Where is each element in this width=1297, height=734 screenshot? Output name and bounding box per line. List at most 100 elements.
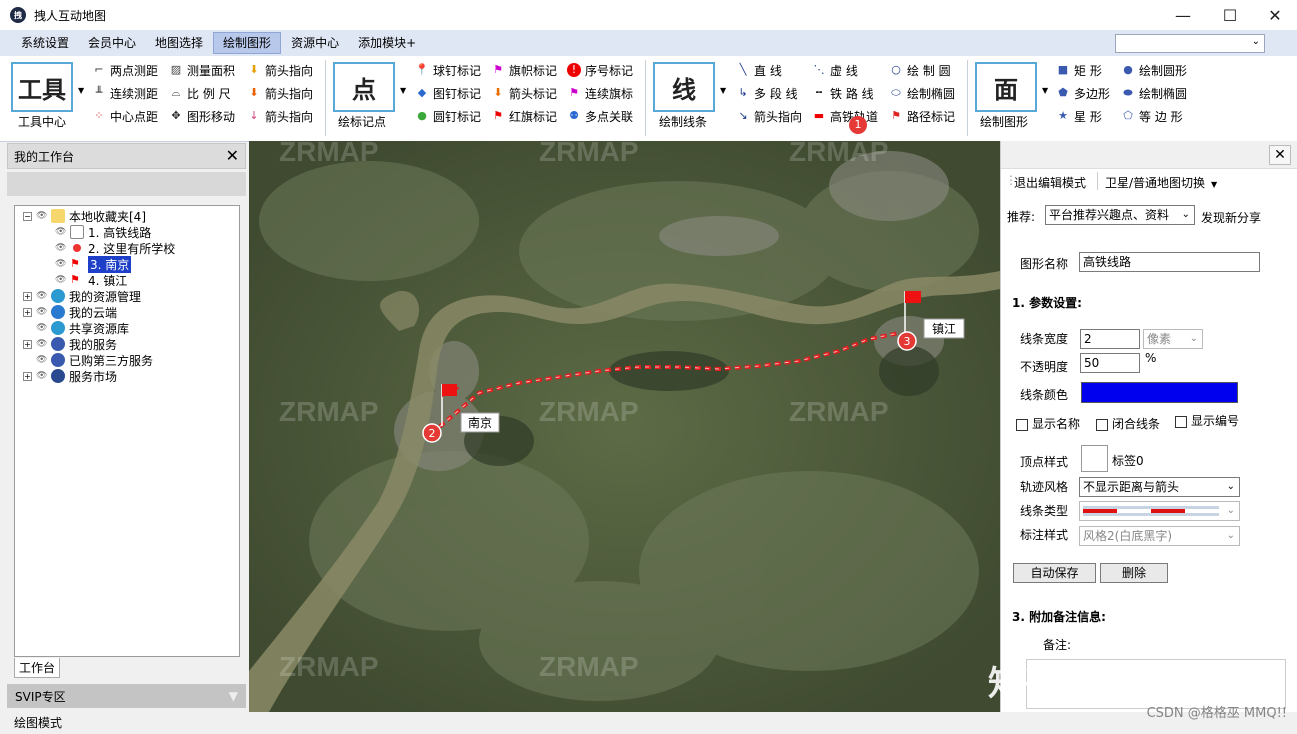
eye-icon[interactable]: 👁 bbox=[36, 307, 48, 317]
delete-button[interactable]: 删除 bbox=[1100, 563, 1168, 583]
line-width-input[interactable]: 2 bbox=[1080, 329, 1140, 349]
polygon-button[interactable]: ⬟ 多边形 bbox=[1056, 83, 1110, 103]
tools-dropdown-icon[interactable]: ▼ bbox=[78, 86, 84, 95]
annotation-style-select[interactable]: 风格2(白底黑字) ⌄ bbox=[1079, 526, 1240, 546]
arrow-pointer-button-1[interactable]: ⬇ 箭头指向 bbox=[247, 60, 313, 80]
red-flag-marker-button[interactable]: ⚑ 红旗标记 bbox=[491, 106, 557, 126]
recommend-select[interactable]: 平台推荐兴趣点、资料 ⌄ bbox=[1045, 205, 1195, 225]
discover-shares-link[interactable]: 发现新分享 bbox=[1201, 209, 1261, 226]
line-type-select[interactable]: ⌄ bbox=[1079, 501, 1240, 521]
expand-icon[interactable]: + bbox=[23, 371, 32, 381]
tree-item-nanjing[interactable]: 👁 ⚑ 3. 南京 bbox=[55, 255, 132, 273]
tree-item-hsr-line[interactable]: 👁 1. 高铁线路 bbox=[55, 224, 151, 240]
minimize-button[interactable]: — bbox=[1160, 0, 1206, 30]
tab-workbench[interactable]: 工作台 bbox=[14, 658, 60, 678]
menu-combo-select[interactable]: ⌄ bbox=[1115, 34, 1265, 53]
satellite-map-toggle-button[interactable]: 卫星/普通地图切换 ▼ bbox=[1105, 174, 1217, 191]
draw-point-button[interactable]: 点 bbox=[333, 62, 395, 112]
thumbtack-marker-button[interactable]: ◆ 图钉标记 bbox=[415, 83, 481, 103]
menu-system-settings[interactable]: 系统设置 bbox=[12, 32, 78, 54]
continuous-flag-button[interactable]: ⚑ 连续旗标 bbox=[567, 83, 633, 103]
expand-icon[interactable]: + bbox=[23, 307, 32, 317]
draw-circle-button[interactable]: ○ 绘 制 圆 bbox=[889, 60, 950, 80]
sequence-marker-button[interactable]: ! 序号标记 bbox=[567, 60, 633, 80]
draw-ellipse-button[interactable]: ⬭ 绘制椭圆 bbox=[889, 83, 955, 103]
dashed-line-button[interactable]: ⋱ 虚 线 bbox=[812, 60, 858, 80]
tree-purchased-services[interactable]: +👁已购第三方服务 bbox=[23, 352, 153, 368]
eye-icon[interactable]: 👁 bbox=[36, 323, 48, 333]
draw-area-button[interactable]: 面 bbox=[975, 62, 1037, 112]
high-speed-rail-button[interactable]: ▬高铁轨道 bbox=[812, 106, 878, 126]
tree-item-zhenjiang[interactable]: 👁 ⚑ 4. 镇江 bbox=[55, 272, 127, 288]
equilateral-polygon-button[interactable]: ⬠ 等 边 形 bbox=[1121, 106, 1182, 126]
arrow-marker-button[interactable]: ⬇ 箭头标记 bbox=[491, 83, 557, 103]
exit-edit-mode-button[interactable]: 退出编辑模式 bbox=[1014, 174, 1086, 191]
eye-icon[interactable]: 👁 bbox=[55, 275, 67, 285]
tree-root-local-favorites[interactable]: − 👁 本地收藏夹[4] bbox=[23, 208, 146, 224]
round-pin-marker-button[interactable]: ● 圆钉标记 bbox=[415, 106, 481, 126]
eye-icon[interactable]: 👁 bbox=[55, 227, 67, 237]
measure-area-button[interactable]: ▨ 测量面积 bbox=[169, 60, 235, 80]
tree-shared-library[interactable]: +👁共享资源库 bbox=[23, 320, 129, 336]
show-number-checkbox[interactable]: 显示编号 bbox=[1175, 412, 1239, 429]
draw-circle-shape-button[interactable]: ● 绘制圆形 bbox=[1121, 60, 1187, 80]
expand-icon[interactable]: + bbox=[23, 339, 32, 349]
point-dropdown-icon[interactable]: ▼ bbox=[400, 86, 406, 95]
shape-move-button[interactable]: ✥ 图形移动 bbox=[169, 106, 235, 126]
autosave-button[interactable]: 自动保存 bbox=[1013, 563, 1096, 583]
straight-line-button[interactable]: ╲ 直 线 bbox=[736, 60, 782, 80]
vertex-style-preview[interactable] bbox=[1081, 445, 1108, 472]
maximize-button[interactable]: ☐ bbox=[1207, 0, 1253, 30]
menu-member-center[interactable]: 会员中心 bbox=[79, 32, 145, 54]
show-name-checkbox[interactable]: 显示名称 bbox=[1016, 415, 1080, 432]
track-style-select[interactable]: 不显示距离与箭头 ⌄ bbox=[1079, 477, 1240, 497]
center-point-distance-button[interactable]: ⁘ 中心点距 bbox=[92, 106, 158, 126]
menu-map-select[interactable]: 地图选择 bbox=[146, 32, 212, 54]
tree-my-resources[interactable]: + 👁 我的资源管理 bbox=[23, 288, 141, 304]
eye-icon[interactable]: 👁 bbox=[36, 339, 48, 349]
flag-marker-button[interactable]: ⚑ 旗帜标记 bbox=[491, 60, 557, 80]
map-canvas[interactable]: ZRMAP ZRMAP ZRMAP ZRMAP ZRMAP ZRMAP ZRMA… bbox=[249, 141, 1000, 712]
collapse-icon[interactable]: − bbox=[23, 211, 32, 221]
two-point-distance-button[interactable]: ⌐ 两点测距 bbox=[92, 60, 158, 80]
arrow-pointer-button-3[interactable]: ↓ 箭头指向 bbox=[247, 106, 313, 126]
arrow-pointer-button-2[interactable]: ⬇ 箭头指向 bbox=[247, 83, 313, 103]
menu-draw-shapes[interactable]: 绘制图形 bbox=[213, 32, 282, 54]
multipoint-link-button[interactable]: ⚉ 多点关联 bbox=[567, 106, 633, 126]
tree-my-cloud[interactable]: + 👁 我的云端 bbox=[23, 304, 117, 320]
star-button[interactable]: ★ 星 形 bbox=[1056, 106, 1102, 126]
railway-line-button[interactable]: ╍ 铁 路 线 bbox=[812, 83, 874, 103]
tree-my-services[interactable]: + 👁 我的服务 bbox=[23, 336, 117, 352]
eye-icon[interactable]: 👁 bbox=[36, 291, 48, 301]
line-dropdown-icon[interactable]: ▼ bbox=[720, 86, 726, 95]
area-dropdown-icon[interactable]: ▼ bbox=[1042, 86, 1048, 95]
path-marker-button[interactable]: ⚑ 路径标记 bbox=[889, 106, 955, 126]
tools-center-button[interactable]: 工具 bbox=[11, 62, 73, 112]
close-icon[interactable]: ✕ bbox=[226, 146, 239, 165]
eye-icon[interactable]: 👁 bbox=[55, 243, 67, 253]
eye-icon[interactable]: 👁 bbox=[36, 371, 48, 381]
tree-item-school[interactable]: 👁 2. 这里有所学校 bbox=[55, 240, 175, 256]
polyline-button[interactable]: ↳ 多 段 线 bbox=[736, 83, 797, 103]
menu-add-module[interactable]: 添加模块+ bbox=[349, 32, 425, 54]
menu-resource-center[interactable]: 资源中心 bbox=[282, 32, 348, 54]
shape-name-input[interactable]: 高铁线路 bbox=[1079, 252, 1260, 272]
eye-icon[interactable]: 👁 bbox=[36, 355, 48, 365]
arrow-line-button[interactable]: ↘ 箭头指向 bbox=[736, 106, 802, 126]
eye-icon[interactable]: 👁 bbox=[55, 259, 67, 269]
draw-ellipse-shape-button[interactable]: ⬬ 绘制椭圆 bbox=[1121, 83, 1187, 103]
tree-service-market[interactable]: + 👁 服务市场 bbox=[23, 368, 117, 384]
opacity-input[interactable]: 50 bbox=[1080, 353, 1140, 373]
close-window-button[interactable]: ✕ bbox=[1252, 0, 1297, 30]
ball-pin-marker-button[interactable]: 📍 球钉标记 bbox=[415, 60, 481, 80]
svip-section[interactable]: SVIP专区 ▼ bbox=[7, 684, 246, 708]
draw-line-button[interactable]: 线 bbox=[653, 62, 715, 112]
line-color-swatch[interactable] bbox=[1081, 382, 1238, 403]
close-line-checkbox[interactable]: 闭合线条 bbox=[1096, 415, 1160, 432]
close-icon[interactable]: ✕ bbox=[1269, 145, 1291, 165]
scale-button[interactable]: ⌓ 比 例 尺 bbox=[169, 83, 231, 103]
continuous-distance-button[interactable]: ╨ 连续测距 bbox=[92, 83, 158, 103]
expand-icon[interactable]: + bbox=[23, 291, 32, 301]
rectangle-button[interactable]: ■ 矩 形 bbox=[1056, 60, 1102, 80]
eye-icon[interactable]: 👁 bbox=[36, 211, 48, 221]
